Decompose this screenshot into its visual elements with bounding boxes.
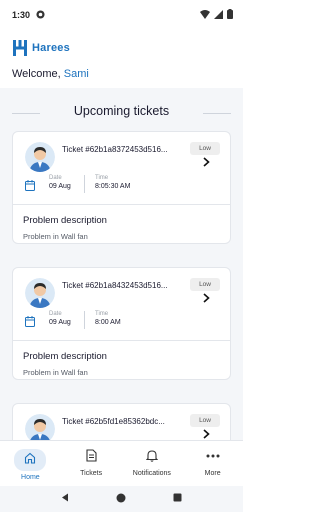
chevron-right-icon[interactable]: [203, 428, 210, 440]
app-header: Harees Welcome, Sami: [0, 30, 243, 88]
ticket-card[interactable]: Ticket #62b1a8432453d516... Low Date 09 …: [12, 267, 231, 380]
system-recents-button[interactable]: [173, 493, 182, 505]
section-divider-right: [203, 113, 231, 114]
bottom-navigation: Home Tickets Notifications More: [0, 440, 243, 486]
home-icon: [14, 449, 47, 471]
date-label: Date: [49, 311, 62, 317]
nav-item-more[interactable]: More: [182, 441, 243, 486]
system-navigation-bar: [0, 486, 243, 512]
section-header: Upcoming tickets: [12, 104, 231, 122]
welcome-prefix: Welcome,: [12, 68, 61, 80]
status-time: 1:30: [12, 10, 31, 20]
main-content[interactable]: Upcoming tickets Ticket #62b1a8372453d51…: [0, 88, 243, 440]
nav-label-more: More: [204, 470, 221, 477]
time-value: 8:00 AM: [95, 319, 121, 326]
nav-item-tickets[interactable]: Tickets: [61, 441, 122, 486]
system-back-button[interactable]: [61, 493, 69, 505]
vertical-divider: [84, 311, 85, 329]
nav-item-notifications[interactable]: Notifications: [122, 441, 183, 486]
priority-badge: Low: [190, 278, 220, 291]
problem-description-text: Problem in Wall fan: [23, 232, 88, 241]
problem-description-text: Problem in Wall fan: [23, 368, 88, 377]
app-name: Harees: [32, 42, 70, 54]
signal-icon: [214, 9, 223, 21]
section-title: Upcoming tickets: [73, 104, 170, 118]
date-value: 09 Aug: [49, 183, 71, 190]
bell-icon: [145, 449, 159, 467]
wifi-icon: [200, 9, 210, 21]
status-bar: 1:30: [0, 0, 243, 30]
date-value: 09 Aug: [49, 319, 71, 326]
vertical-divider: [84, 175, 85, 193]
card-divider: [13, 204, 230, 205]
ticket-id: Ticket #62b5fd1e85362bdc...: [62, 417, 165, 426]
chevron-right-icon[interactable]: [203, 292, 210, 306]
problem-description-title: Problem description: [23, 215, 107, 226]
more-icon: [206, 449, 220, 467]
battery-icon: [227, 9, 233, 21]
nav-item-home[interactable]: Home: [0, 441, 61, 486]
avatar: [25, 142, 55, 172]
system-home-button[interactable]: [116, 493, 126, 506]
ticket-card[interactable]: Ticket #62b1a8372453d516... Low Date 09 …: [12, 131, 231, 244]
calendar-icon: [25, 314, 35, 332]
date-label: Date: [49, 175, 62, 181]
app-logo: Harees: [13, 40, 70, 56]
problem-description-title: Problem description: [23, 351, 107, 362]
nav-label-notifications: Notifications: [132, 470, 171, 477]
user-name: Sami: [63, 68, 89, 80]
harees-logo-icon: [13, 40, 27, 56]
avatar: [25, 278, 55, 308]
app-notification-icon: [36, 9, 45, 21]
priority-badge: Low: [190, 414, 220, 427]
avatar: [25, 414, 55, 440]
nav-label-home: Home: [21, 474, 40, 481]
card-divider: [13, 340, 230, 341]
time-label: Time: [95, 175, 109, 181]
ticket-id: Ticket #62b1a8432453d516...: [62, 281, 168, 290]
nav-label-tickets: Tickets: [80, 470, 103, 477]
chevron-right-icon[interactable]: [203, 156, 210, 170]
time-value: 8:05:30 AM: [95, 183, 131, 190]
ticket-id: Ticket #62b1a8372453d516...: [62, 145, 168, 154]
document-icon: [86, 449, 97, 467]
calendar-icon: [25, 178, 35, 196]
time-label: Time: [95, 311, 109, 317]
ticket-card[interactable]: Ticket #62b5fd1e85362bdc... Low: [12, 403, 231, 440]
welcome-message: Welcome, Sami: [12, 68, 89, 80]
priority-badge: Low: [190, 142, 220, 155]
